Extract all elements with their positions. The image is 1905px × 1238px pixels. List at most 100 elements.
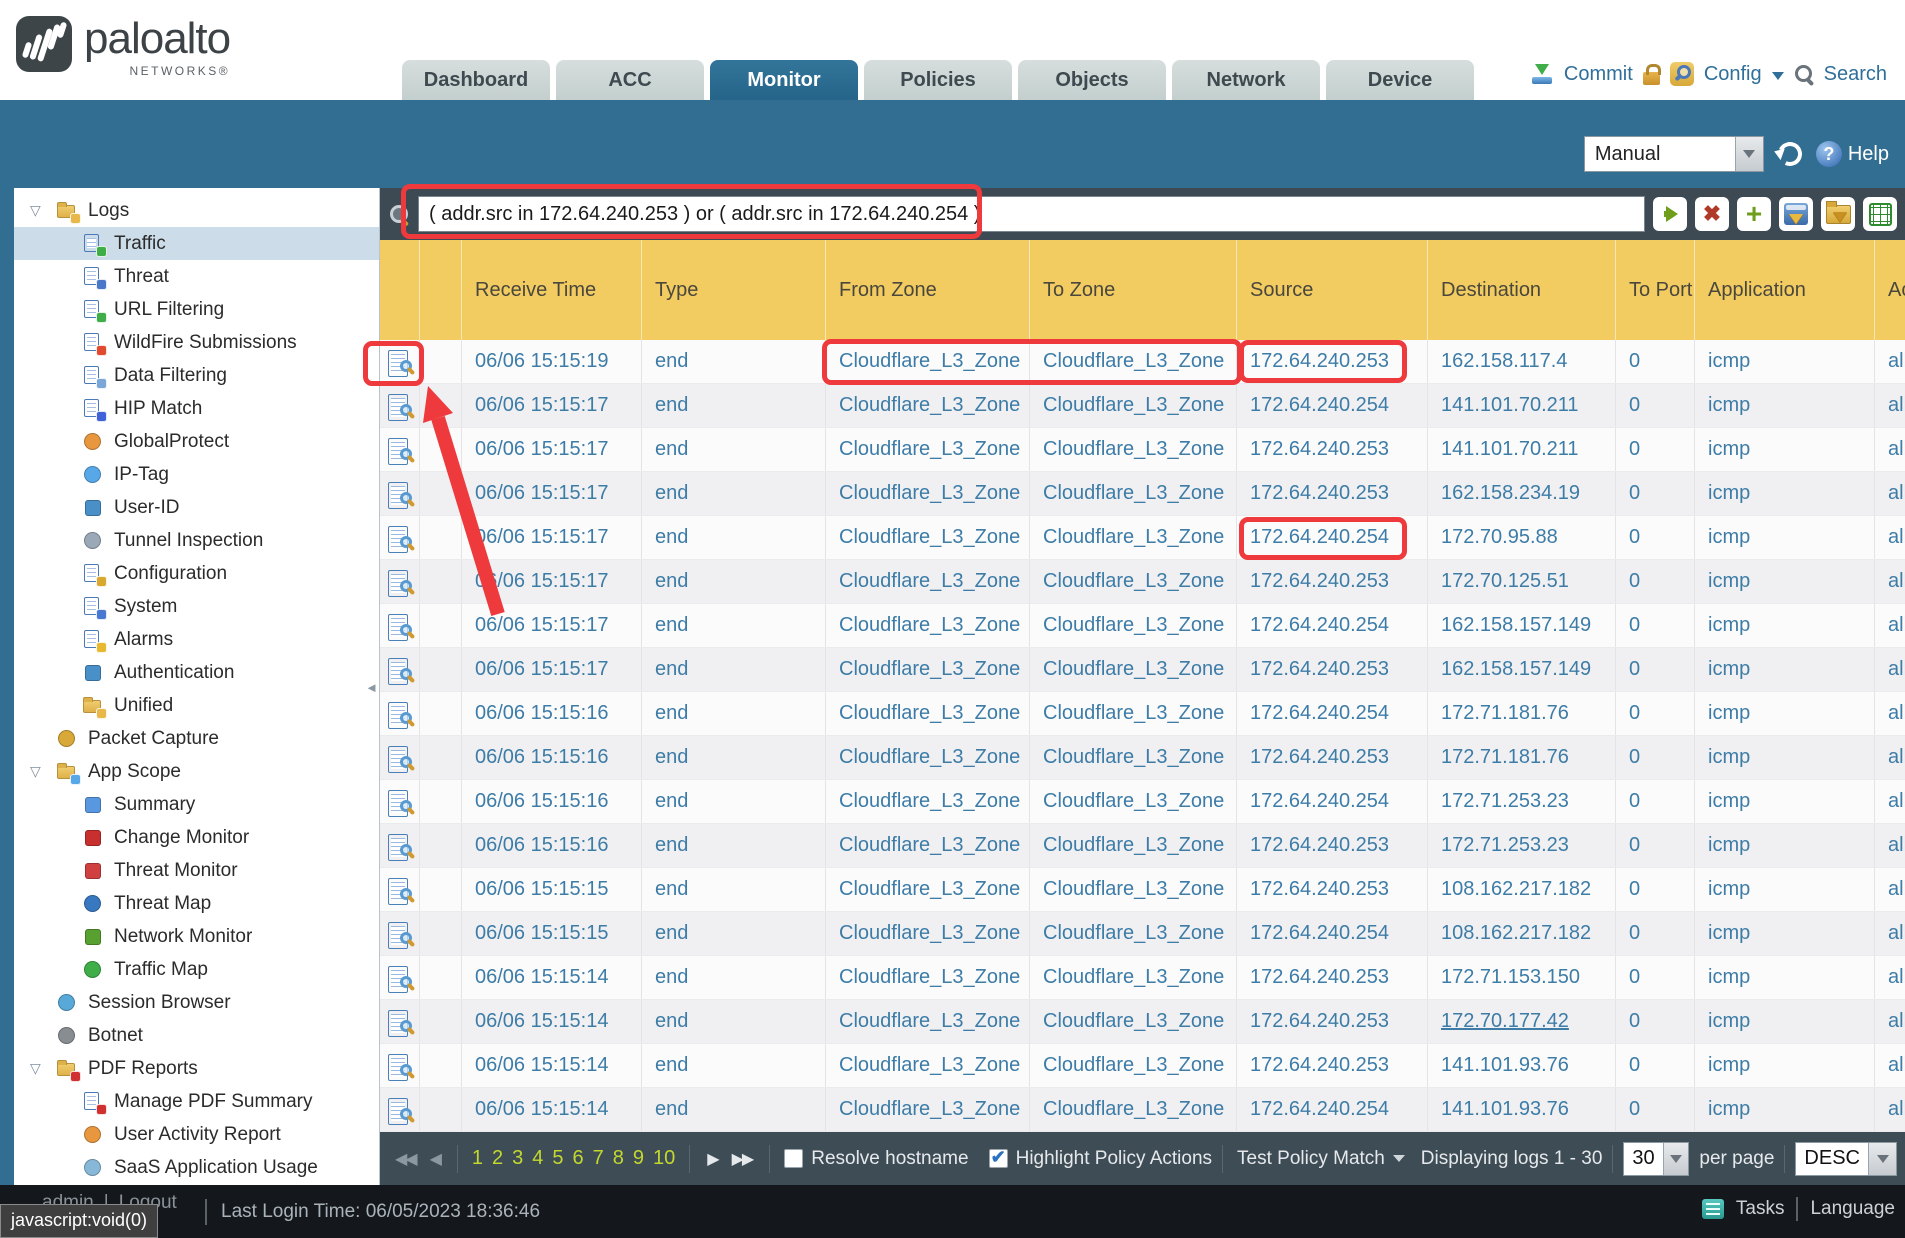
table-row[interactable]: 06/06 15:15:16endCloudflare_L3_ZoneCloud… [380, 824, 1905, 868]
detail-cell[interactable] [380, 648, 420, 691]
log-detail-icon[interactable] [387, 657, 413, 683]
sidebar-item-threat-map[interactable]: Threat Map [14, 887, 379, 920]
column-header-from-zone[interactable]: From Zone [826, 240, 1030, 340]
detail-cell[interactable] [380, 1044, 420, 1087]
tab-monitor[interactable]: Monitor [710, 60, 858, 100]
column-header-application[interactable]: Application [1695, 240, 1875, 340]
page-number-1[interactable]: 1 [472, 1147, 483, 1170]
log-detail-icon[interactable] [387, 789, 413, 815]
page-number-8[interactable]: 8 [613, 1147, 624, 1170]
tab-policies[interactable]: Policies [864, 60, 1012, 100]
log-detail-icon[interactable] [387, 745, 413, 771]
expand-caret-icon[interactable]: ▽ [30, 1060, 56, 1077]
sidebar-item-traffic-map[interactable]: Traffic Map [14, 953, 379, 986]
table-row[interactable]: 06/06 15:15:17endCloudflare_L3_ZoneCloud… [380, 560, 1905, 604]
commit-button[interactable]: Commit [1564, 63, 1633, 86]
sidebar-item-ip-tag[interactable]: IP-Tag [14, 458, 379, 491]
resolve-hostname-checkbox[interactable] [784, 1149, 803, 1168]
sidebar-item-tunnel-inspection[interactable]: Tunnel Inspection [14, 524, 379, 557]
cell-destination[interactable]: 172.70.177.42 [1428, 1000, 1616, 1043]
column-header-source[interactable]: Source [1237, 240, 1428, 340]
page-number-6[interactable]: 6 [573, 1147, 584, 1170]
detail-cell[interactable] [380, 868, 420, 911]
table-row[interactable]: 06/06 15:15:17endCloudflare_L3_ZoneCloud… [380, 516, 1905, 560]
log-detail-icon[interactable] [387, 569, 413, 595]
log-detail-icon[interactable] [387, 1097, 413, 1123]
sidebar-item-botnet[interactable]: Botnet [14, 1019, 379, 1052]
clear-filter-button[interactable]: ✖ [1695, 197, 1729, 231]
page-number-9[interactable]: 9 [633, 1147, 644, 1170]
column-header-receive-time[interactable]: Receive Time [462, 240, 642, 340]
next-page-button[interactable]: ▶ [700, 1149, 724, 1169]
detail-cell[interactable] [380, 472, 420, 515]
detail-cell[interactable] [380, 1000, 420, 1043]
refresh-mode-select[interactable]: Manual [1584, 136, 1764, 172]
column-header-to-zone[interactable]: To Zone [1030, 240, 1237, 340]
export-csv-button[interactable] [1863, 197, 1897, 231]
sidebar-item-data-filtering[interactable]: Data Filtering [14, 359, 379, 392]
sidebar-item-user-id[interactable]: User-ID [14, 491, 379, 524]
sidebar-item-wildfire-submissions[interactable]: WildFire Submissions [14, 326, 379, 359]
sidebar-item-network-monitor[interactable]: Network Monitor [14, 920, 379, 953]
table-row[interactable]: 06/06 15:15:14endCloudflare_L3_ZoneCloud… [380, 956, 1905, 1000]
per-page-dropdown-icon[interactable] [1663, 1143, 1689, 1175]
detail-cell[interactable] [380, 1088, 420, 1131]
table-row[interactable]: 06/06 15:15:17endCloudflare_L3_ZoneCloud… [380, 428, 1905, 472]
detail-cell[interactable] [380, 340, 420, 383]
page-number-2[interactable]: 2 [492, 1147, 503, 1170]
log-detail-icon[interactable] [387, 349, 413, 375]
sidebar-item-change-monitor[interactable]: Change Monitor [14, 821, 379, 854]
tab-acc[interactable]: ACC [556, 60, 704, 100]
page-number-7[interactable]: 7 [593, 1147, 604, 1170]
sidebar-item-saas-application-usage[interactable]: SaaS Application Usage [14, 1151, 379, 1184]
last-page-button[interactable]: ▶▶ [725, 1149, 760, 1169]
sidebar-item-summary[interactable]: Summary [14, 788, 379, 821]
sidebar-item-url-filtering[interactable]: URL Filtering [14, 293, 379, 326]
log-detail-icon[interactable] [387, 833, 413, 859]
log-detail-icon[interactable] [387, 877, 413, 903]
sidebar-item-manage-pdf-summary[interactable]: Manage PDF Summary [14, 1085, 379, 1118]
sort-order-dropdown-icon[interactable] [1868, 1143, 1896, 1175]
page-number-10[interactable]: 10 [653, 1147, 675, 1170]
detail-cell[interactable] [380, 736, 420, 779]
table-row[interactable]: 06/06 15:15:14endCloudflare_L3_ZoneCloud… [380, 1088, 1905, 1132]
config-caret-icon[interactable] [1772, 72, 1784, 80]
table-row[interactable]: 06/06 15:15:15endCloudflare_L3_ZoneCloud… [380, 868, 1905, 912]
expand-caret-icon[interactable]: ▽ [30, 763, 56, 780]
log-detail-icon[interactable] [387, 1053, 413, 1079]
table-row[interactable]: 06/06 15:15:17endCloudflare_L3_ZoneCloud… [380, 472, 1905, 516]
page-number-3[interactable]: 3 [512, 1147, 523, 1170]
load-filter-button[interactable] [1821, 197, 1855, 231]
log-detail-icon[interactable] [387, 701, 413, 727]
add-filter-button[interactable]: + [1737, 197, 1771, 231]
sidebar-item-threat[interactable]: Threat [14, 260, 379, 293]
filter-builder-button[interactable] [1779, 197, 1813, 231]
test-policy-match-button[interactable]: Test Policy Match [1237, 1148, 1405, 1170]
help-icon[interactable]: ? [1816, 141, 1842, 167]
help-label[interactable]: Help [1848, 143, 1889, 166]
sidebar-item-authentication[interactable]: Authentication [14, 656, 379, 689]
detail-cell[interactable] [380, 692, 420, 735]
detail-cell[interactable] [380, 560, 420, 603]
page-number-5[interactable]: 5 [552, 1147, 563, 1170]
sidebar-item-alarms[interactable]: Alarms [14, 623, 379, 656]
detail-cell[interactable] [380, 780, 420, 823]
sidebar-item-user-activity-report[interactable]: User Activity Report [14, 1118, 379, 1151]
log-detail-icon[interactable] [387, 525, 413, 551]
table-row[interactable]: 06/06 15:15:17endCloudflare_L3_ZoneCloud… [380, 648, 1905, 692]
sidebar-item-session-browser[interactable]: Session Browser [14, 986, 379, 1019]
log-detail-icon[interactable] [387, 437, 413, 463]
first-page-button[interactable]: ◀◀ [388, 1149, 423, 1169]
column-header-to-port[interactable]: To Port [1616, 240, 1695, 340]
highlight-policy-checkbox[interactable] [989, 1149, 1008, 1168]
detail-cell[interactable] [380, 956, 420, 999]
table-row[interactable]: 06/06 15:15:19endCloudflare_L3_ZoneCloud… [380, 340, 1905, 384]
sidebar-item-system[interactable]: System [14, 590, 379, 623]
sidebar-item-traffic[interactable]: Traffic [14, 227, 379, 260]
column-header-action[interactable]: Action [1875, 240, 1905, 340]
sidebar-item-configuration[interactable]: Configuration [14, 557, 379, 590]
sort-order-select[interactable]: DESC [1795, 1142, 1897, 1176]
column-header-type[interactable]: Type [642, 240, 826, 340]
destination-link[interactable]: 172.70.177.42 [1441, 1010, 1569, 1032]
refresh-mode-dropdown-icon[interactable] [1735, 137, 1763, 171]
